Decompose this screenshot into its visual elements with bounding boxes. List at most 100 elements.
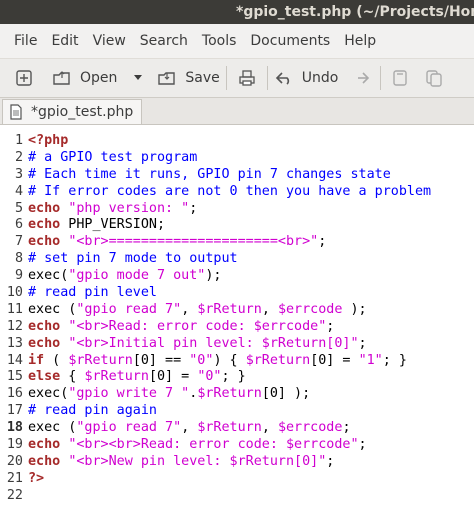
code-token: "php version: " [68,200,190,216]
undo-label: Undo [301,70,339,86]
code-token: exec( [28,268,69,284]
line-number: 18 [6,420,23,436]
tab-label: *gpio_test.php [31,104,134,120]
code-token: { [60,369,85,385]
code-token: ; [342,420,351,436]
code-token: # a GPIO test program [28,149,198,165]
code-editor[interactable]: 1 <?php 2 # a GPIO test program 3 # Each time… [0,125,474,503]
code-token: "0" [189,352,214,368]
code-token: $rReturn [245,352,311,368]
copy-icon [426,70,443,87]
window-title: *gpio_test.php (~/Projects/Home [236,4,474,20]
code-token: $rReturn [68,352,133,368]
menu-help[interactable]: Help [337,24,383,58]
code-line[interactable]: 6 echo PHP_VERSION; [0,217,474,234]
menu-view[interactable]: View [86,24,133,58]
code-token: "<br>Read: error code: $errcode" [68,318,327,334]
print-icon [239,70,255,86]
line-number: 21 [6,470,23,486]
code-token: else [28,369,61,385]
line-number: 15 [6,369,23,385]
code-token: ; [358,437,367,453]
code-token: ); [342,301,367,317]
code-line[interactable]: 20 echo "<br>New pin level: $rReturn[0]"; [0,454,474,471]
code-token: , [261,420,278,436]
code-text: exec("gpio write 7 ".$rReturn[0] ); [28,386,310,403]
code-line[interactable]: 1 <?php [0,133,474,150]
code-text: echo "<br>=====================<br>"; [28,234,326,251]
code-line[interactable]: 14 if ( $rReturn[0] == "0") { $rReturn[0]… [0,353,474,370]
code-token: ; [318,234,327,250]
code-token: $rReturn [197,301,262,317]
code-line[interactable]: 10 # read pin level [0,285,474,302]
code-token: echo [28,217,61,233]
document-tabbar: *gpio_test.php [0,98,474,125]
open-button[interactable]: Open [52,63,143,93]
print-button[interactable] [233,63,261,93]
code-line[interactable]: 7 echo "<br>=====================<br>"; [0,234,474,251]
code-line[interactable]: 13 echo "<br>Initial pin level: $rReturn[… [0,336,474,353]
code-line[interactable]: 3 # Each time it runs, GPIO pin 7 changes… [0,167,474,184]
code-line[interactable]: 18 exec ("gpio read 7", $rReturn, $errcod… [0,420,474,437]
menu-search[interactable]: Search [133,24,195,58]
menu-tools[interactable]: Tools [195,24,244,58]
code-text: echo "<br>New pin level: $rReturn[0]"; [28,454,334,471]
code-line[interactable]: 17 # read pin again [0,403,474,420]
line-number: 11 [6,301,23,317]
undo-button[interactable]: Undo [274,63,339,93]
menu-edit[interactable]: Edit [44,24,85,58]
menu-documents[interactable]: Documents [243,24,337,58]
line-number: 6 [14,217,23,233]
code-token: echo [28,453,61,469]
tab-gpio-test[interactable]: *gpio_test.php [2,99,143,124]
line-number: 14 [6,352,23,368]
code-token: ( [44,352,69,368]
toolbar-separator [225,66,227,90]
line-number: 19 [6,437,23,453]
cut-icon [393,70,408,86]
code-token: [0] == [132,352,190,368]
code-token: [0] = [310,352,359,368]
menu-bar: File Edit View Search Tools Documents He… [0,24,474,59]
code-token: echo [28,335,61,351]
code-token: ; } [382,352,407,368]
code-line[interactable]: 22 [0,488,474,505]
code-text: exec ("gpio read 7", $rReturn, $errcode; [28,420,351,437]
code-token: $rReturn [197,420,262,436]
code-line[interactable]: 8 # set pin 7 mode to output [0,251,474,268]
chevron-down-icon[interactable] [133,74,143,82]
code-token: ; } [221,369,246,385]
line-number: 1 [14,133,23,148]
redo-button[interactable] [348,63,374,93]
code-token: "<br><br>Read: error code: $errcode" [68,437,359,453]
code-token: $rReturn [84,369,149,385]
code-line[interactable]: 12 echo "<br>Read: error code: $errcode"; [0,319,474,336]
code-line[interactable]: 15 else { $rReturn[0] = "0"; } [0,369,474,386]
code-text: echo "<br>Read: error code: $errcode"; [28,319,334,336]
line-number: 2 [14,149,23,165]
cut-button[interactable] [387,63,413,93]
copy-button[interactable] [421,63,447,93]
menu-file[interactable]: File [0,24,44,58]
code-line[interactable]: 16 exec("gpio write 7 ".$rReturn[0] ); [0,386,474,403]
open-label: Open [80,70,118,86]
line-number: 20 [6,453,23,469]
line-number: 9 [14,268,23,284]
code-line[interactable]: 5 echo "php version: "; [0,201,474,218]
code-token: if [28,352,45,368]
code-text: echo "php version: "; [28,201,197,218]
code-token: echo [28,200,61,216]
save-button[interactable]: Save [157,63,220,93]
line-number: 3 [14,166,23,182]
code-line[interactable]: 11 exec ("gpio read 7", $rReturn, $errcod… [0,302,474,319]
code-text: # If error codes are not 0 then you have… [28,184,431,201]
line-number: 13 [6,335,23,351]
new-document-button[interactable] [10,63,38,93]
code-token: "0" [197,369,222,385]
code-line[interactable]: 2 # a GPIO test program [0,150,474,167]
code-token: PHP_VERSION; [60,217,166,233]
code-line[interactable]: 19 echo "<br><br>Read: error code: $errco… [0,437,474,454]
code-line[interactable]: 4 # If error codes are not 0 then you hav… [0,184,474,201]
code-line[interactable]: 21 ?> [0,471,474,488]
code-line[interactable]: 9 exec("gpio mode 7 out"); [0,268,474,285]
